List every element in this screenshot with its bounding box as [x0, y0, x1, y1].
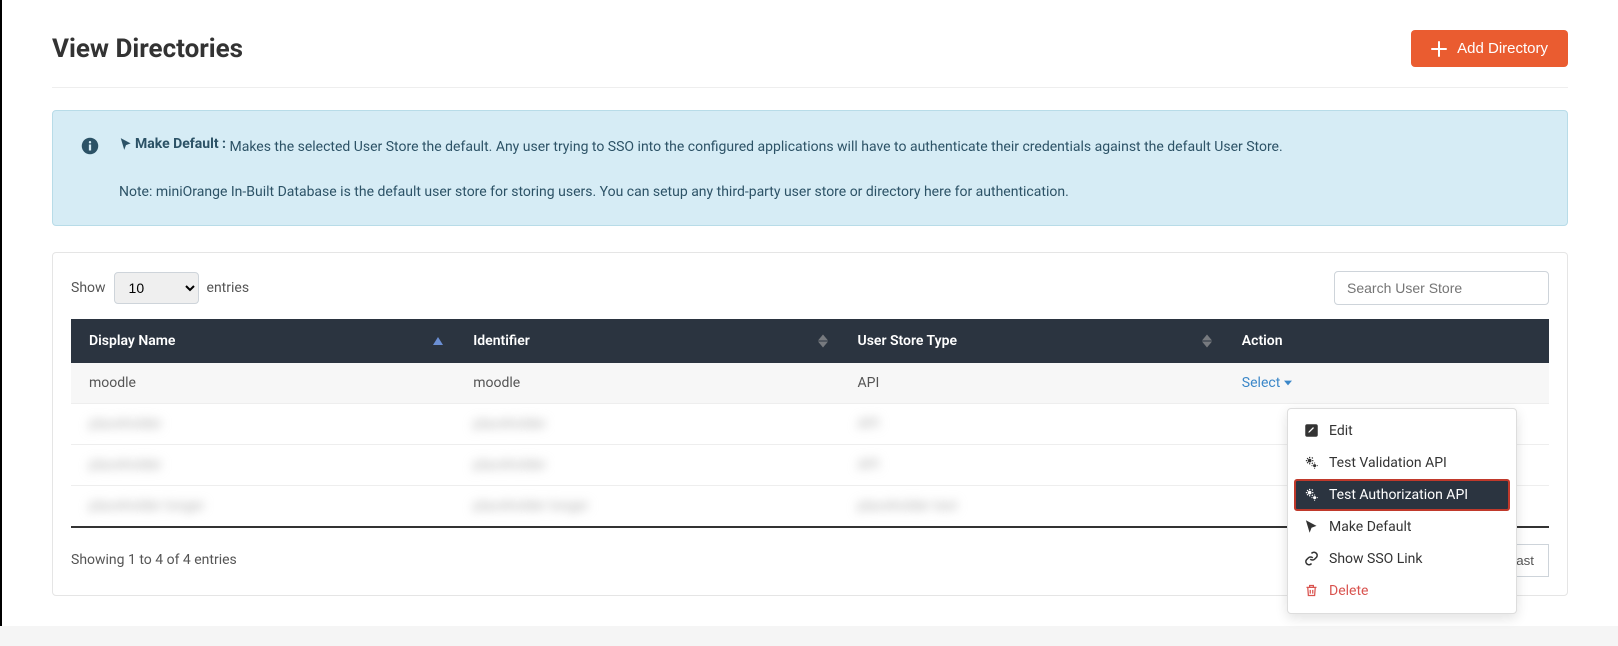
add-directory-label: Add Directory — [1457, 40, 1548, 57]
show-entries: Show 10 entries — [71, 272, 249, 304]
dropdown-delete[interactable]: Delete — [1294, 575, 1510, 607]
cell-user-store-type: placeholder text — [858, 498, 958, 514]
edit-icon — [1304, 423, 1319, 438]
table-controls: Show 10 entries — [71, 271, 1549, 305]
info-text: Make Default : Makes the selected User S… — [119, 133, 1539, 203]
th-identifier[interactable]: Identifier — [455, 319, 839, 363]
dropdown-test-authorization[interactable]: Test Authorization API — [1294, 479, 1510, 511]
th-action: Action — [1224, 319, 1549, 363]
make-default-lead: Make Default : — [119, 133, 226, 155]
dropdown-show-sso[interactable]: Show SSO Link — [1294, 543, 1510, 575]
make-default-text: Makes the selected User Store the defaul… — [229, 139, 1282, 155]
th-display-name[interactable]: Display Name — [71, 319, 455, 363]
dropdown-test-validation[interactable]: Test Validation API — [1294, 447, 1510, 479]
page-header: View Directories Add Directory — [52, 30, 1568, 88]
sort-icon — [1202, 334, 1212, 347]
entries-label: entries — [207, 280, 250, 296]
gears-icon — [1304, 455, 1319, 470]
cell-identifier: placeholder — [473, 416, 546, 432]
footer-status: Showing 1 to 4 of 4 entries — [71, 552, 237, 568]
cursor-icon — [1304, 519, 1319, 534]
table-card: Show 10 entries Display Name — [52, 252, 1568, 596]
cell-identifier: placeholder longer — [473, 498, 588, 514]
dropdown-edit[interactable]: Edit — [1294, 415, 1510, 447]
make-default-strong: Make Default : — [135, 133, 226, 155]
action-dropdown: Edit Test Validation API Test Authorizat… — [1287, 408, 1517, 614]
show-label: Show — [71, 280, 106, 296]
info-note: Note: miniOrange In-Built Database is th… — [119, 181, 1539, 203]
cursor-icon — [119, 137, 133, 151]
info-primary: Make Default : Makes the selected User S… — [119, 133, 1539, 159]
page-size-select[interactable]: 10 — [114, 272, 199, 304]
link-icon — [1304, 551, 1319, 566]
caret-down-icon — [1284, 380, 1292, 386]
cell-display-name: placeholder — [89, 457, 162, 473]
search-input[interactable] — [1334, 271, 1549, 305]
plus-icon — [1431, 41, 1447, 57]
cell-identifier: placeholder — [473, 457, 546, 473]
cell-display-name: placeholder — [89, 416, 162, 432]
search-box — [1334, 271, 1549, 305]
info-banner: Make Default : Makes the selected User S… — [52, 110, 1568, 226]
content-area: View Directories Add Directory Make Defa… — [0, 0, 1618, 626]
action-select[interactable]: Select — [1242, 375, 1292, 391]
sort-icon — [818, 334, 828, 347]
sort-asc-icon — [433, 333, 443, 349]
trash-icon — [1304, 583, 1319, 598]
gears-icon — [1304, 487, 1319, 502]
cell-display-name: placeholder longer — [89, 498, 204, 514]
cell-display-name: moodle — [71, 363, 455, 404]
add-directory-button[interactable]: Add Directory — [1411, 30, 1568, 67]
cell-user-store-type: API — [840, 363, 1224, 404]
table-row: moodle moodle API Select — [71, 363, 1549, 404]
cell-user-store-type: API — [858, 457, 880, 473]
th-user-store-type[interactable]: User Store Type — [840, 319, 1224, 363]
cell-user-store-type: API — [858, 416, 880, 432]
dropdown-make-default[interactable]: Make Default — [1294, 511, 1510, 543]
page-title: View Directories — [52, 34, 243, 64]
cell-identifier: moodle — [455, 363, 839, 404]
info-icon — [81, 137, 99, 155]
